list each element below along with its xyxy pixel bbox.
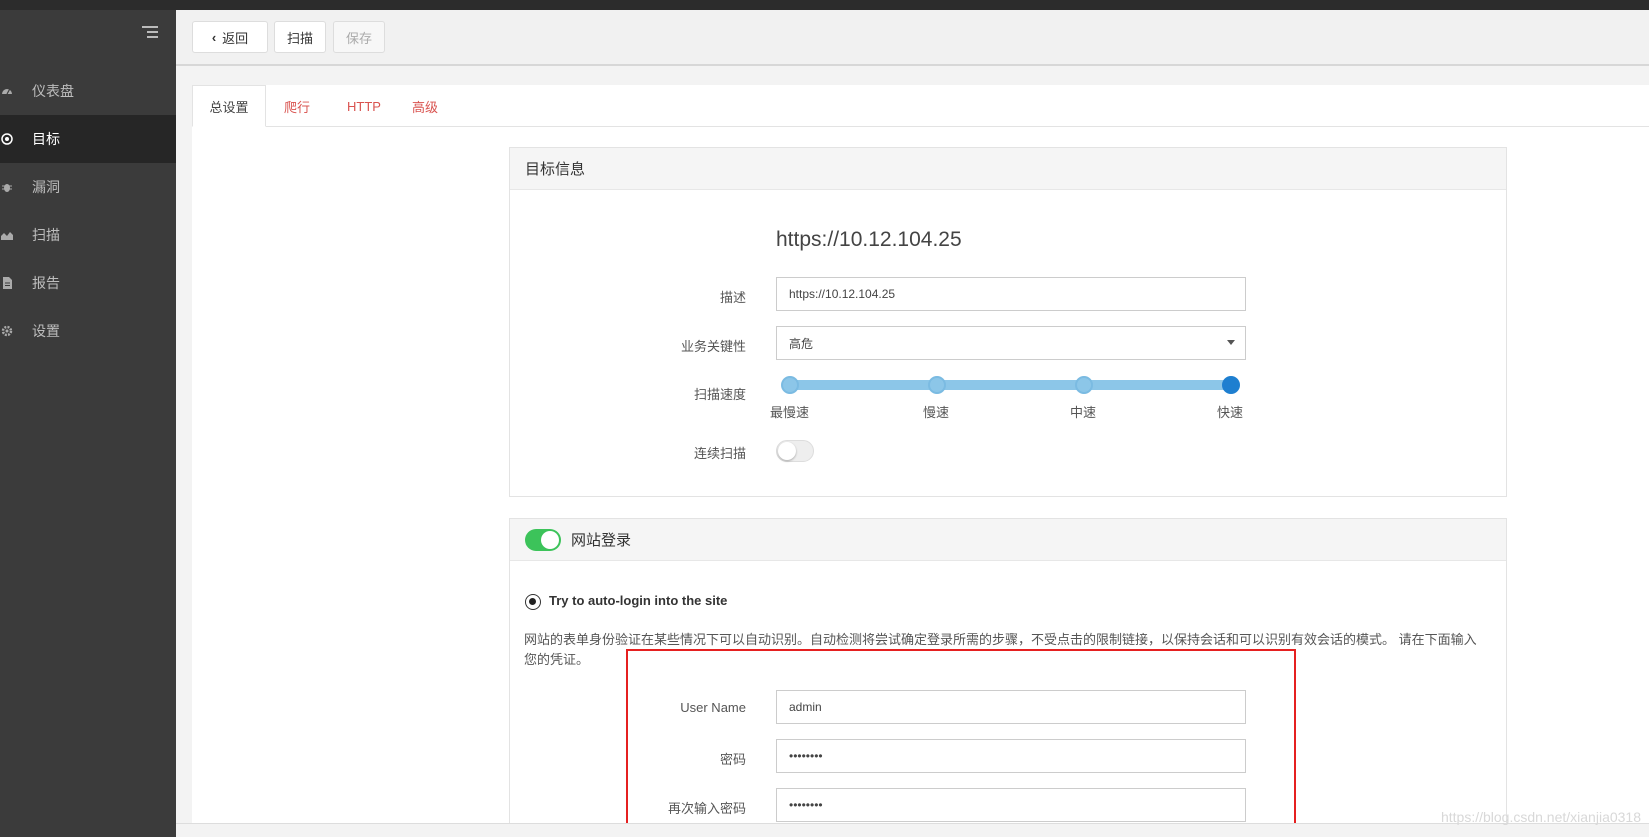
speed-option-slow[interactable]: [928, 376, 946, 394]
continuous-scan-toggle[interactable]: [776, 440, 814, 462]
auto-login-radio[interactable]: [525, 594, 541, 610]
tab-advanced[interactable]: 高级: [412, 85, 438, 127]
speed-option-fast[interactable]: [1222, 376, 1240, 394]
sidebar-item-vulnerabilities[interactable]: 漏洞: [0, 163, 176, 211]
speed-option-medium[interactable]: [1075, 376, 1093, 394]
site-login-title: 网站登录: [571, 532, 632, 549]
toolbar: ‹ 返回 扫描 保存: [176, 10, 1649, 66]
target-icon: [0, 133, 14, 145]
criticality-select[interactable]: 高危: [776, 326, 1246, 360]
site-login-toggle[interactable]: [525, 528, 561, 551]
credentials-highlight-box: [626, 649, 1296, 835]
speed-label: 扫描速度: [693, 387, 746, 402]
report-icon: [0, 277, 14, 289]
sidebar-item-settings[interactable]: 设置: [0, 307, 176, 355]
save-button[interactable]: 保存: [333, 21, 385, 53]
sidebar-item-targets[interactable]: 目标: [0, 115, 176, 163]
tab-bar: 总设置 爬行 HTTP 高级: [192, 85, 1649, 127]
speed-label-slowest: 最慢速: [770, 405, 810, 420]
tab-general[interactable]: 总设置: [192, 85, 266, 127]
dashboard-icon: [0, 85, 14, 97]
auto-login-label: Try to auto-login into the site: [549, 593, 728, 608]
description-input[interactable]: https://10.12.104.25: [776, 277, 1246, 311]
back-button[interactable]: ‹ 返回: [192, 21, 268, 53]
top-bar: [0, 0, 1649, 10]
gear-icon: [0, 325, 14, 337]
speed-label-slow: 慢速: [923, 405, 950, 420]
menu-toggle-icon[interactable]: [142, 26, 158, 40]
speed-label-fast: 快速: [1217, 405, 1244, 420]
chevron-left-icon: ‹: [211, 29, 217, 45]
bottom-bar: [176, 823, 1649, 837]
continuous-scan-label: 连续扫描: [693, 446, 746, 461]
scan-button[interactable]: 扫描: [274, 21, 326, 53]
bug-icon: [0, 181, 14, 193]
caret-down-icon: [1227, 340, 1235, 345]
sidebar-item-reports[interactable]: 报告: [0, 259, 176, 307]
tab-crawl[interactable]: 爬行: [284, 85, 310, 127]
speed-option-slowest[interactable]: [781, 376, 799, 394]
panel-title: 目标信息: [510, 148, 1506, 190]
watermark: https://blog.csdn.net/xianjia0318: [1440, 809, 1641, 825]
sidebar: 仪表盘 目标 漏洞 扫描 报告 设置: [0, 10, 176, 837]
target-url: https://10.12.104.25: [776, 228, 962, 251]
speed-label-medium: 中速: [1070, 405, 1097, 420]
sidebar-item-dashboard[interactable]: 仪表盘: [0, 67, 176, 115]
site-login-header: 网站登录: [510, 519, 1506, 561]
description-label: 描述: [719, 290, 746, 305]
tab-http[interactable]: HTTP: [347, 85, 381, 127]
speed-slider-track[interactable]: [782, 380, 1232, 390]
criticality-label: 业务关键性: [680, 339, 746, 354]
scan-chart-icon: [0, 229, 14, 241]
sidebar-item-scans[interactable]: 扫描: [0, 211, 176, 259]
